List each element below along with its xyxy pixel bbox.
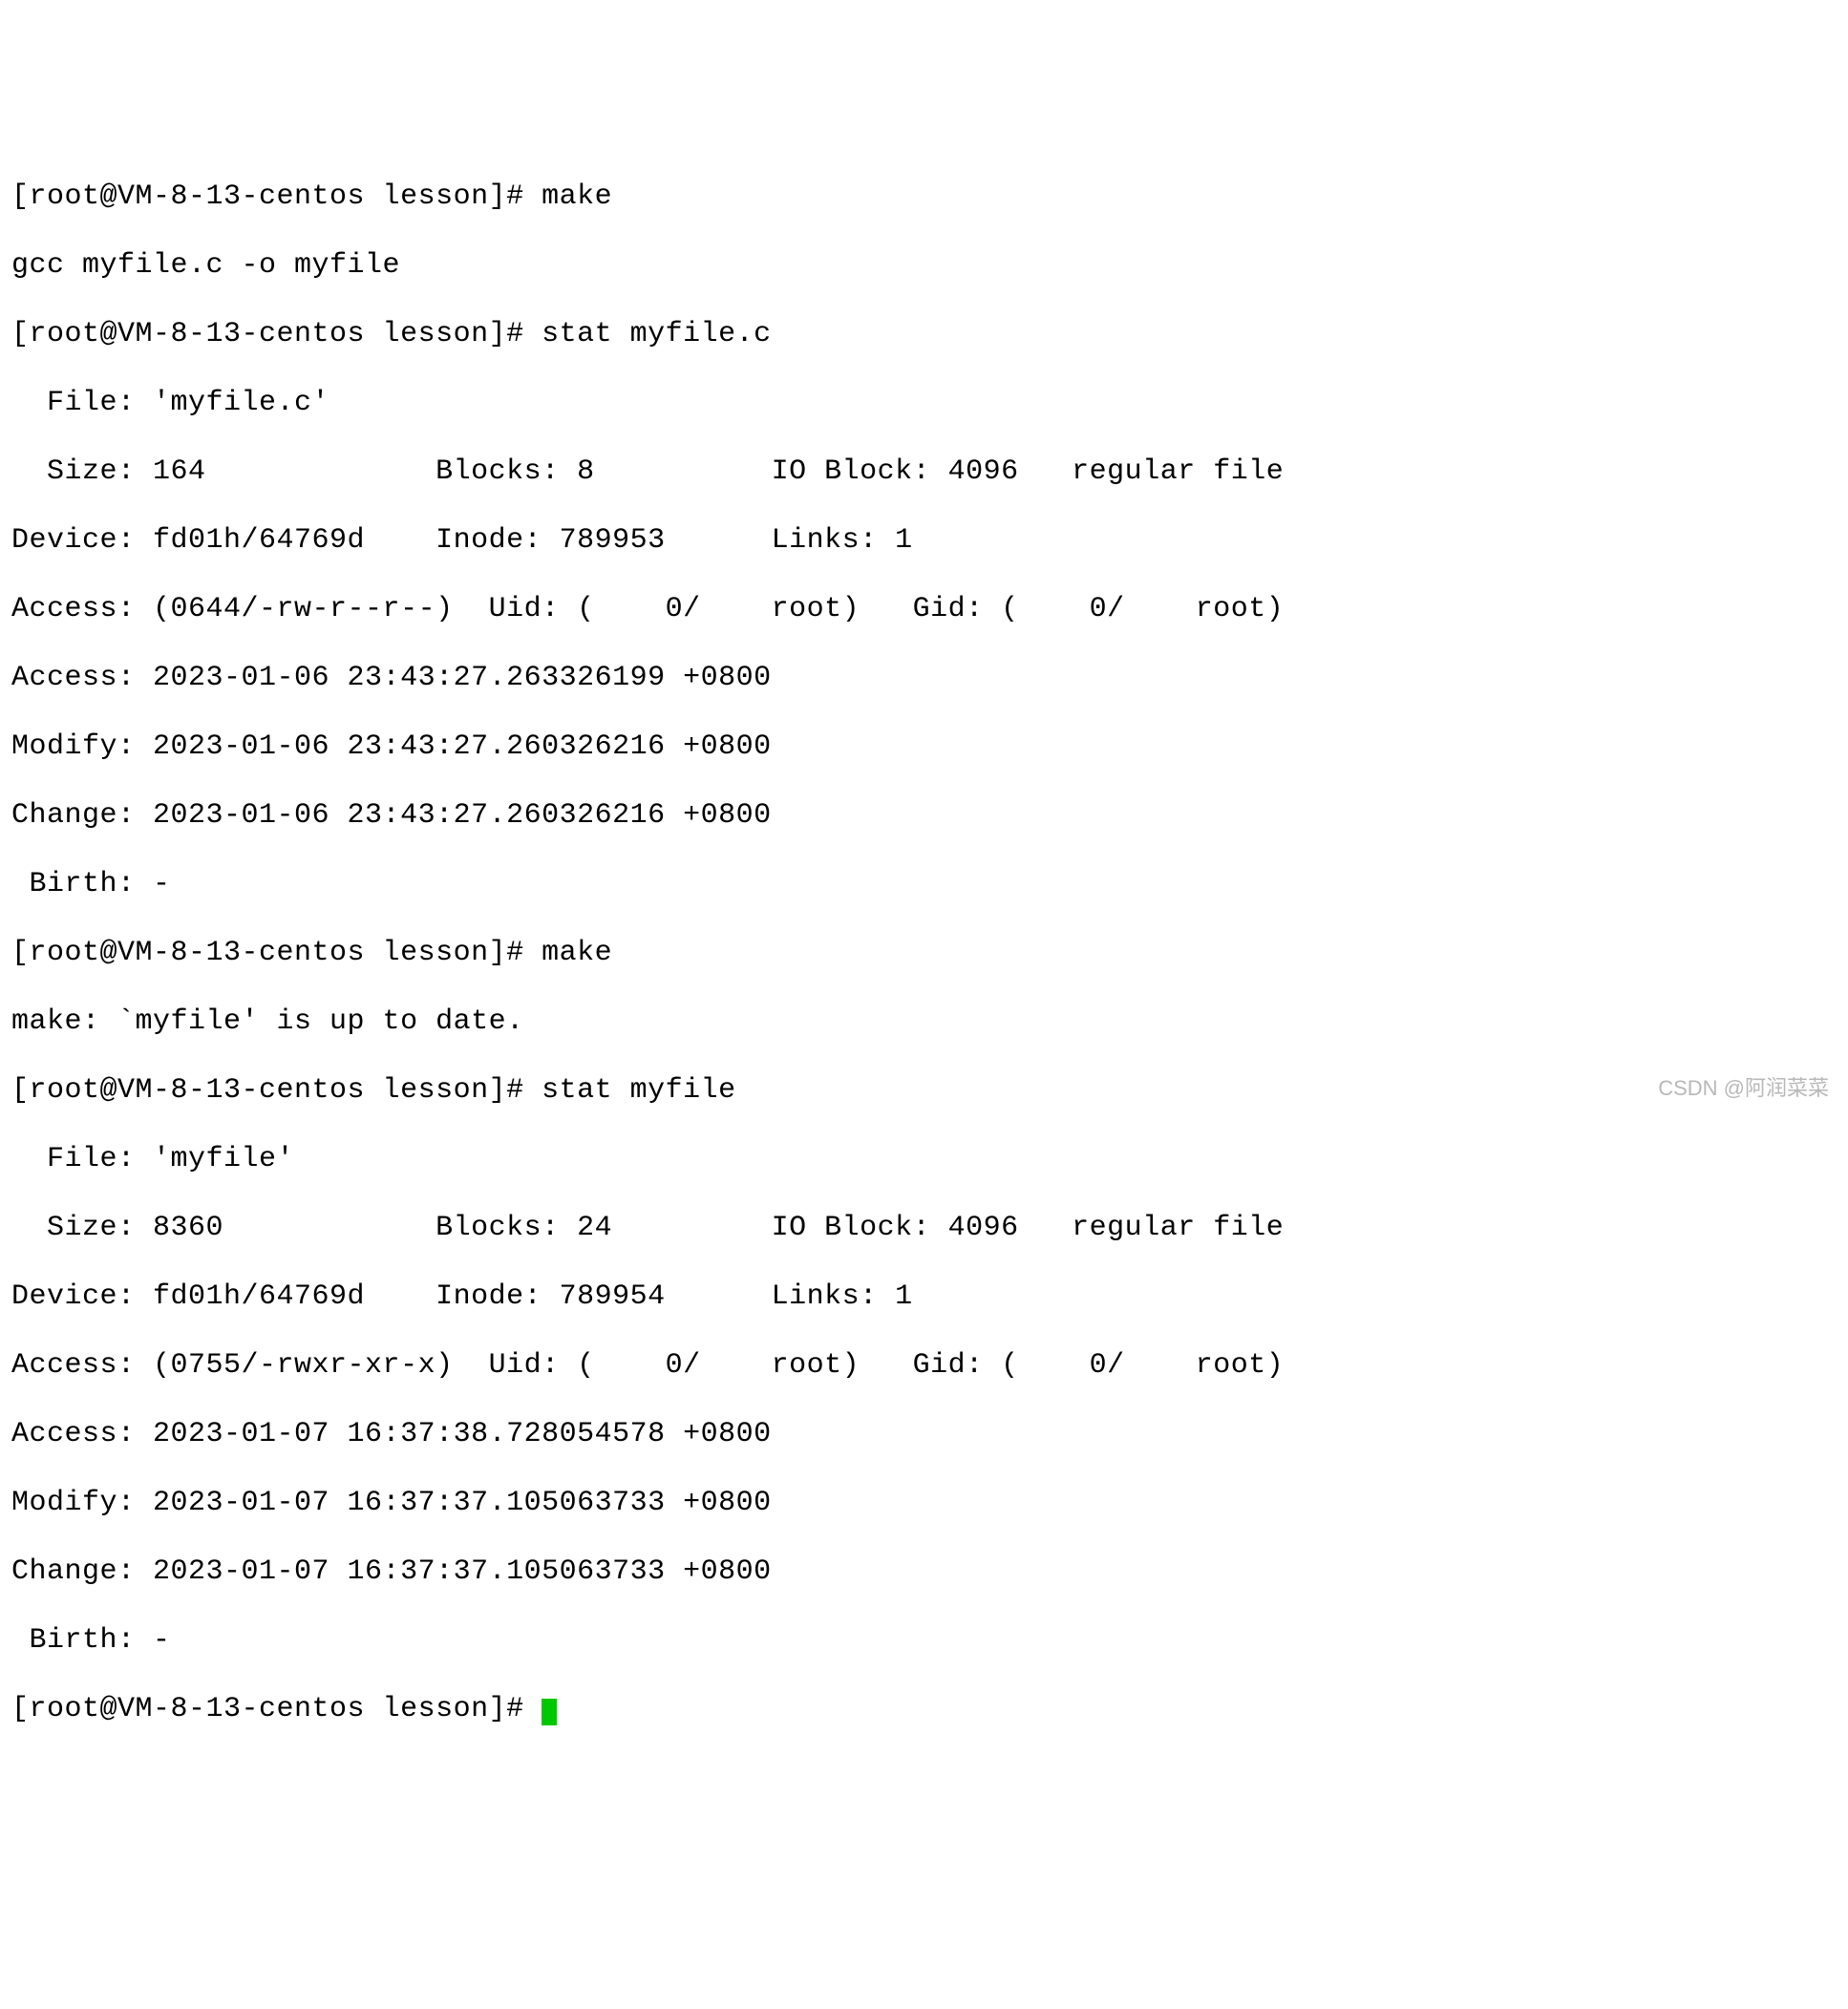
stat-modify-time-line: Modify: 2023-01-07 16:37:37.105063733 +0… — [11, 1486, 1837, 1520]
output-line: gcc myfile.c -o myfile — [11, 248, 1837, 283]
stat-modify-time-line: Modify: 2023-01-06 23:43:27.260326216 +0… — [11, 730, 1837, 764]
prompt-text: [root@VM-8-13-centos lesson]# — [11, 1693, 542, 1725]
stat-file-line: File: 'myfile.c' — [11, 386, 1837, 420]
watermark-text: CSDN @阿润菜菜 — [1658, 1076, 1829, 1101]
prompt-line: [root@VM-8-13-centos lesson]# stat myfil… — [11, 317, 1837, 351]
stat-birth-line: Birth: - — [11, 1623, 1837, 1658]
stat-file-line: File: 'myfile' — [11, 1142, 1837, 1176]
stat-birth-line: Birth: - — [11, 867, 1837, 901]
stat-change-time-line: Change: 2023-01-07 16:37:37.105063733 +0… — [11, 1554, 1837, 1589]
stat-access-perm-line: Access: (0755/-rwxr-xr-x) Uid: ( 0/ root… — [11, 1348, 1837, 1383]
output-line: make: `myfile' is up to date. — [11, 1004, 1837, 1039]
stat-size-line: Size: 164 Blocks: 8 IO Block: 4096 regul… — [11, 455, 1837, 489]
prompt-line: [root@VM-8-13-centos lesson]# stat myfil… — [11, 1073, 1837, 1108]
prompt-line: [root@VM-8-13-centos lesson]# make — [11, 936, 1837, 970]
stat-device-line: Device: fd01h/64769d Inode: 789953 Links… — [11, 523, 1837, 558]
stat-change-time-line: Change: 2023-01-06 23:43:27.260326216 +0… — [11, 798, 1837, 833]
stat-access-time-line: Access: 2023-01-07 16:37:38.728054578 +0… — [11, 1417, 1837, 1451]
stat-size-line: Size: 8360 Blocks: 24 IO Block: 4096 reg… — [11, 1211, 1837, 1245]
stat-access-perm-line: Access: (0644/-rw-r--r--) Uid: ( 0/ root… — [11, 592, 1837, 626]
prompt-line: [root@VM-8-13-centos lesson]# make — [11, 180, 1837, 214]
terminal-output[interactable]: [root@VM-8-13-centos lesson]# make gcc m… — [11, 145, 1837, 1761]
prompt-line-current: [root@VM-8-13-centos lesson]# — [11, 1692, 1837, 1726]
stat-access-time-line: Access: 2023-01-06 23:43:27.263326199 +0… — [11, 661, 1837, 695]
cursor-block — [542, 1699, 557, 1725]
stat-device-line: Device: fd01h/64769d Inode: 789954 Links… — [11, 1279, 1837, 1314]
